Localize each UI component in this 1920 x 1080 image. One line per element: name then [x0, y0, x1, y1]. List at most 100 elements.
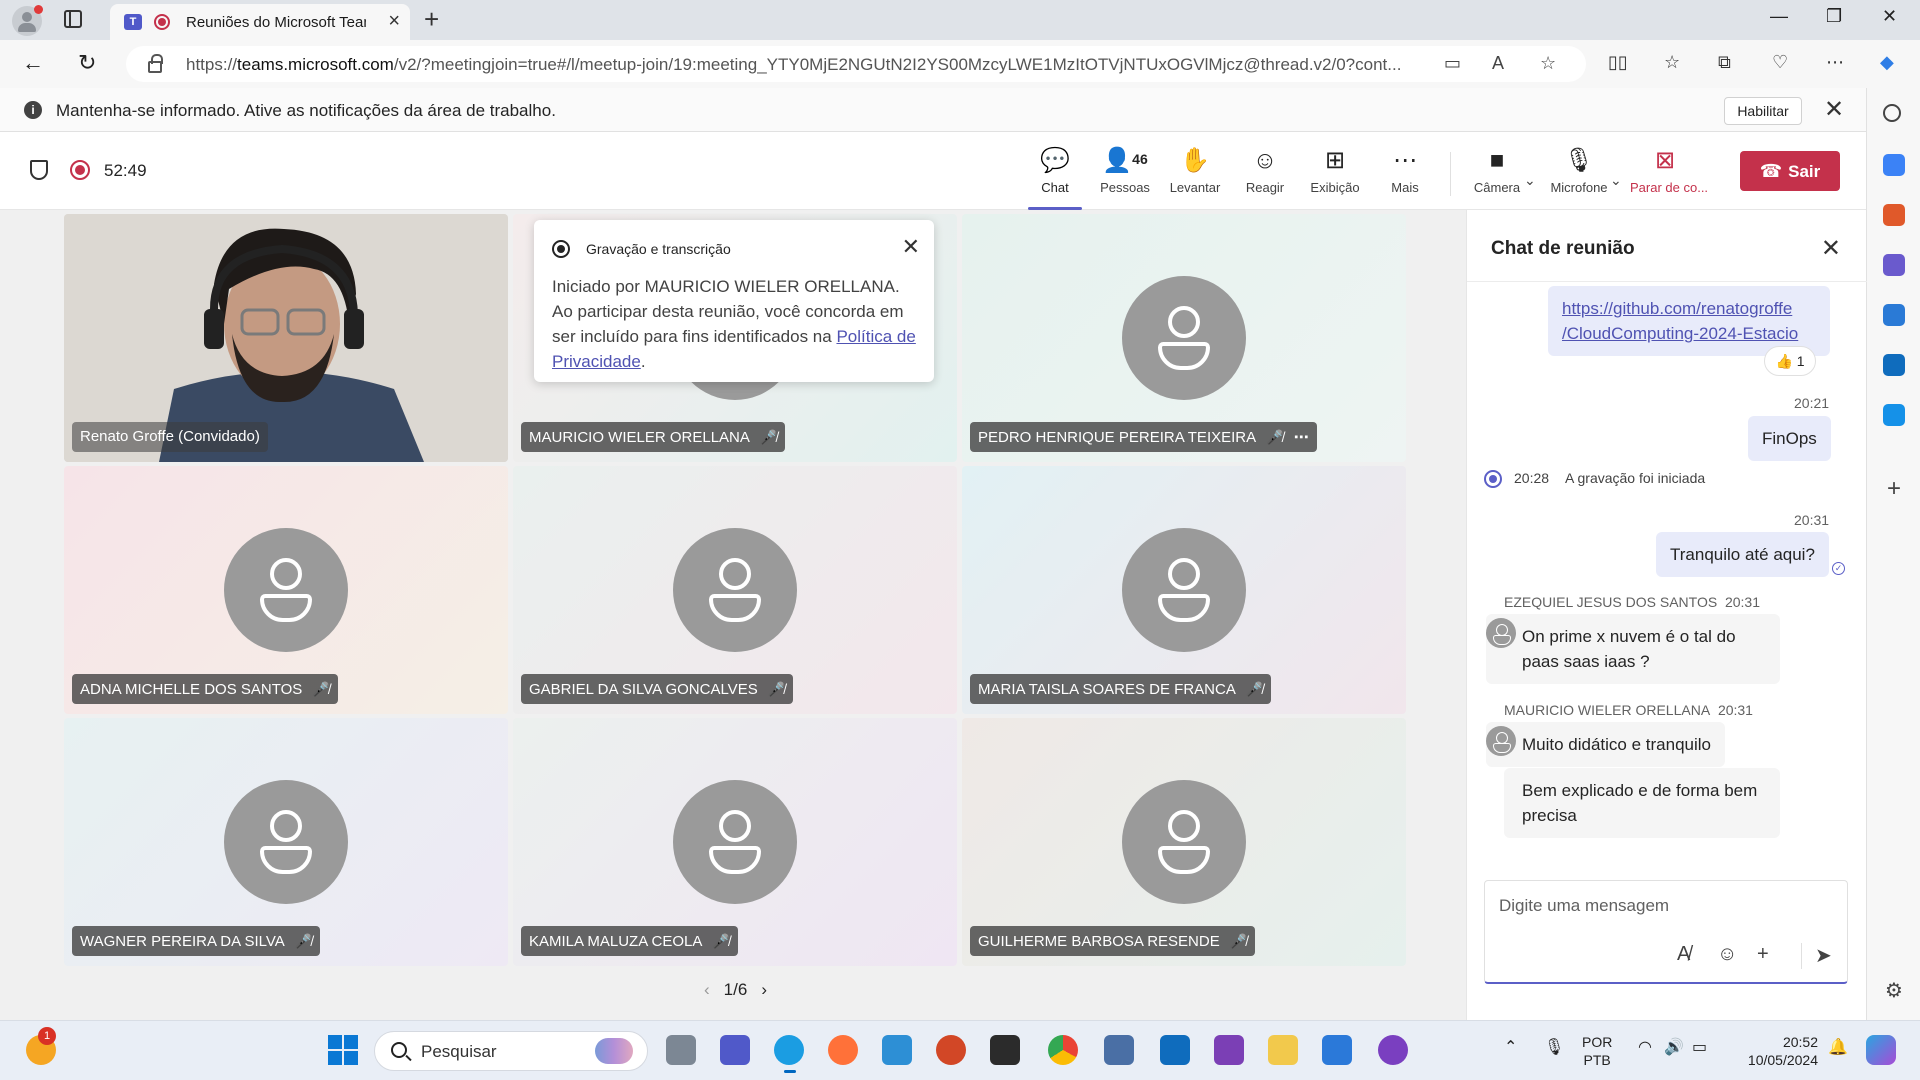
- profile-icon[interactable]: [12, 5, 43, 36]
- browser-essentials-icon[interactable]: ♡: [1772, 52, 1788, 73]
- notifications-bell-icon[interactable]: 🔔: [1828, 1039, 1848, 1057]
- prev-page-icon[interactable]: ‹: [704, 980, 710, 999]
- emoji-icon[interactable]: ☺: [1717, 943, 1737, 966]
- add-icon[interactable]: +: [1883, 477, 1905, 501]
- maximize-icon[interactable]: ❐: [1826, 6, 1842, 27]
- mail-icon[interactable]: [1160, 1035, 1190, 1065]
- file-explorer-icon[interactable]: [1268, 1035, 1298, 1065]
- smiley-icon: ☺: [1252, 147, 1278, 174]
- chrome-icon[interactable]: [1048, 1035, 1078, 1065]
- send-icon[interactable]: ➤: [1815, 943, 1832, 968]
- taskbar-search[interactable]: Pesquisar: [374, 1031, 648, 1071]
- raise-hand-button[interactable]: ✋ Levantar: [1160, 146, 1230, 200]
- next-page-icon[interactable]: ›: [761, 980, 767, 999]
- participant-tile[interactable]: MARIA TAISLA SOARES DE FRANCA 🎤̸: [962, 466, 1406, 714]
- copilot-taskbar-icon[interactable]: [1866, 1035, 1896, 1065]
- favorites-icon[interactable]: ☆: [1664, 52, 1680, 73]
- participant-tile-video[interactable]: Renato Groffe (Convidado): [64, 214, 508, 462]
- clock[interactable]: 20:52 10/05/2024: [1738, 1033, 1818, 1069]
- close-banner-icon[interactable]: ✕: [1824, 95, 1844, 124]
- close-chat-icon[interactable]: ✕: [1821, 234, 1841, 263]
- outlook-icon[interactable]: [1883, 354, 1905, 376]
- view-button[interactable]: ⊞ Exibição: [1300, 146, 1370, 200]
- tools-icon[interactable]: [1883, 204, 1905, 226]
- powerpoint-icon[interactable]: [936, 1035, 966, 1065]
- participant-tile[interactable]: WAGNER PEREIRA DA SILVA 🎤̸: [64, 718, 508, 966]
- lock-icon[interactable]: [148, 54, 163, 73]
- microphone-tray-icon[interactable]: 🎙: [1544, 1039, 1564, 1057]
- stop-sharing-button[interactable]: ⊠ Parar de co...: [1630, 146, 1708, 200]
- minimize-icon[interactable]: —: [1770, 6, 1788, 27]
- wifi-icon[interactable]: ◠: [1638, 1039, 1652, 1057]
- browser-tab[interactable]: T Reuniões do Microsoft Teams ×: [110, 4, 410, 40]
- participant-name-tag: GABRIEL DA SILVA GONCALVES 🎤̸: [521, 674, 794, 704]
- ellipsis-icon: ⋯: [1393, 147, 1417, 174]
- notepad-icon[interactable]: [1322, 1035, 1352, 1065]
- chat-button[interactable]: 💬 Chat: [1020, 146, 1090, 210]
- camera-options-chevron-icon[interactable]: ⌄: [1524, 172, 1536, 189]
- collections-icon[interactable]: ⧉: [1718, 52, 1731, 73]
- recording-indicator-icon: [154, 14, 170, 30]
- github-icon[interactable]: [1378, 1035, 1408, 1065]
- new-tab-icon[interactable]: +: [424, 4, 439, 35]
- participant-tile[interactable]: KAMILA MALUZA CEOLA 🎤̸: [513, 718, 957, 966]
- enable-notifications-button[interactable]: Habilitar: [1724, 97, 1802, 125]
- more-options-icon[interactable]: ⋯: [1294, 423, 1309, 453]
- network-tool-icon[interactable]: [1104, 1035, 1134, 1065]
- close-popup-icon[interactable]: ✕: [902, 234, 920, 260]
- split-screen-icon[interactable]: ▯▯: [1608, 52, 1628, 73]
- visual-studio-icon[interactable]: [1214, 1035, 1244, 1065]
- favorite-star-icon[interactable]: ☆: [1540, 53, 1556, 74]
- message-input[interactable]: [1499, 891, 1829, 921]
- react-button[interactable]: ☺ Reagir: [1230, 146, 1300, 200]
- people-button[interactable]: 👤46 Pessoas: [1090, 146, 1160, 200]
- participant-tile[interactable]: GUILHERME BARBOSA RESENDE 🎤̸: [962, 718, 1406, 966]
- url-text[interactable]: https://teams.microsoft.com/v2/?meetingj…: [186, 55, 1426, 75]
- format-icon[interactable]: A̸: [1677, 943, 1690, 966]
- task-view-icon[interactable]: [666, 1035, 696, 1065]
- avatar: [224, 528, 348, 652]
- start-icon[interactable]: [328, 1035, 358, 1065]
- reaction-badge[interactable]: 👍 1: [1764, 346, 1816, 376]
- refresh-icon[interactable]: ↻: [78, 50, 96, 76]
- camera-button[interactable]: ■ Câmera: [1462, 146, 1532, 200]
- leave-button[interactable]: ☎ Sair: [1740, 151, 1840, 191]
- participant-tile[interactable]: GABRIEL DA SILVA GONCALVES 🎤̸: [513, 466, 957, 714]
- settings-more-icon[interactable]: ⋯: [1826, 52, 1844, 73]
- read-aloud-icon[interactable]: A: [1492, 53, 1504, 74]
- microphone-button[interactable]: 🎙 Microfone: [1544, 146, 1614, 200]
- shopping-icon[interactable]: [1883, 154, 1905, 176]
- show-hidden-icons[interactable]: ⌃: [1504, 1039, 1517, 1057]
- tab-actions-icon[interactable]: [64, 10, 82, 28]
- avatar: [224, 780, 348, 904]
- close-tab-icon[interactable]: ×: [388, 10, 400, 33]
- camera-permission-icon[interactable]: ▭: [1444, 53, 1461, 74]
- back-icon[interactable]: ←: [22, 50, 44, 76]
- games-icon[interactable]: [1883, 254, 1905, 276]
- send-icon[interactable]: [1883, 404, 1905, 426]
- mic-options-chevron-icon[interactable]: ⌄: [1610, 172, 1622, 189]
- edge-icon[interactable]: [774, 1035, 804, 1073]
- azure-tools-icon[interactable]: [882, 1035, 912, 1065]
- participant-tile[interactable]: ADNA MICHELLE DOS SANTOS 🎤̸: [64, 466, 508, 714]
- notification-badge: 1: [38, 1027, 56, 1045]
- attach-icon[interactable]: +: [1757, 943, 1769, 966]
- participant-tile[interactable]: PEDRO HENRIQUE PEREIRA TEIXEIRA 🎤̸ ⋯: [962, 214, 1406, 462]
- copilot-icon[interactable]: ◆: [1880, 52, 1894, 73]
- chat-label: Chat: [1041, 180, 1069, 195]
- battery-icon[interactable]: ▭: [1692, 1039, 1707, 1057]
- teams-icon[interactable]: [720, 1035, 750, 1065]
- language-indicator[interactable]: POR PTB: [1582, 1033, 1612, 1069]
- close-window-icon[interactable]: ✕: [1882, 6, 1897, 27]
- url-bar[interactable]: https://teams.microsoft.com/v2/?meetingj…: [126, 46, 1586, 82]
- firefox-icon[interactable]: [828, 1035, 858, 1065]
- shield-icon[interactable]: [30, 160, 48, 180]
- more-button[interactable]: ⋯ Mais: [1370, 146, 1440, 200]
- terminal-icon[interactable]: [990, 1035, 1020, 1065]
- volume-icon[interactable]: 🔊: [1664, 1039, 1684, 1057]
- mic-muted-icon: 🎤̸: [1245, 681, 1264, 697]
- microsoft365-icon[interactable]: [1883, 304, 1905, 326]
- github-link[interactable]: https://github.com/renatogroffe/CloudCom…: [1562, 299, 1798, 343]
- search-icon[interactable]: [1883, 104, 1901, 122]
- sidebar-settings-icon[interactable]: ⚙: [1883, 980, 1905, 1002]
